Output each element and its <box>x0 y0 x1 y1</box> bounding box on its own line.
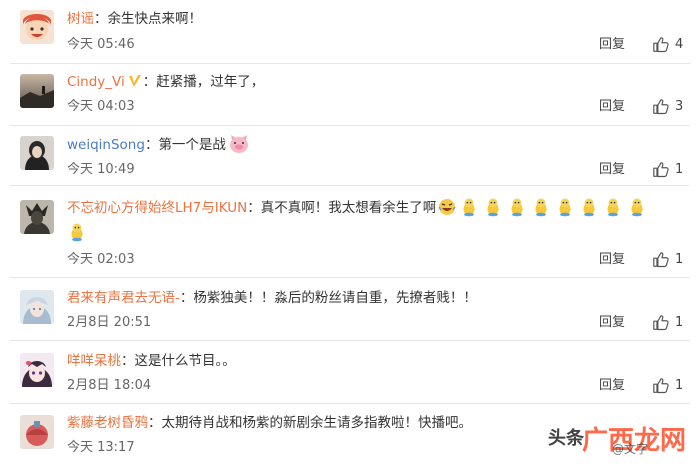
like-icon[interactable] <box>651 377 671 395</box>
avatar[interactable] <box>20 290 54 324</box>
dog-emoji-icon <box>463 198 475 217</box>
comment-separator: ： <box>142 74 157 90</box>
comment-username[interactable]: weiqinSong <box>67 137 145 153</box>
comment-text: 这是什么节目。。 <box>134 353 236 369</box>
comment-username[interactable]: Cindy_Vi <box>67 74 125 90</box>
comment-username[interactable]: 树谣 <box>67 11 94 27</box>
like-count: 4 <box>675 37 684 52</box>
comment-time: 今天 10:49 <box>67 162 135 177</box>
comment-username[interactable]: 紫藤老树昏鸦 <box>67 415 148 431</box>
comment-body: weiqinSong：第一个是战 <box>67 134 250 155</box>
like-icon[interactable] <box>651 314 671 332</box>
comment-time: 今天 04:03 <box>67 99 135 114</box>
comment-text: 余生快点来啊！ <box>107 11 203 27</box>
avatar[interactable] <box>20 74 54 108</box>
laugh-cry-emoji-icon <box>438 199 456 215</box>
comment-item: 不忘初心方得始终LH7与IKUN：真不真啊！我太想看余生了啊 今天 02:03 … <box>0 186 700 278</box>
like-icon[interactable] <box>651 161 671 179</box>
avatar[interactable] <box>20 415 54 449</box>
comment-separator: ： <box>94 11 108 27</box>
comment-text: 杨紫独美！！淼后的粉丝请自重，先撩者贱！！ <box>193 290 477 306</box>
reply-button[interactable]: 回复 <box>599 98 625 116</box>
reply-button[interactable]: 回复 <box>599 161 625 179</box>
comment-username[interactable]: 咩咩呆桃 <box>67 353 121 369</box>
comment-text: 第一个是战 <box>158 137 226 153</box>
comment-separator: ： <box>144 137 159 153</box>
avatar[interactable] <box>20 136 54 170</box>
like-icon[interactable] <box>651 98 671 116</box>
watermark-prefix: 头条 <box>548 428 584 449</box>
reply-button[interactable]: 回复 <box>599 377 625 395</box>
dog-emoji-icon <box>607 198 619 217</box>
avatar[interactable] <box>20 353 54 387</box>
dog-emoji-icon <box>559 198 571 217</box>
comment-body-wrap <box>67 222 87 243</box>
reply-button[interactable]: 回复 <box>599 251 625 269</box>
reply-button[interactable]: 回复 <box>599 314 625 332</box>
like-count: 1 <box>675 252 684 267</box>
like-count: 3 <box>675 99 684 114</box>
like-icon[interactable] <box>651 36 671 54</box>
comment-body: 树谣：余生快点来啊！ <box>67 9 202 29</box>
like-count: 1 <box>675 315 684 330</box>
comment-body: 咩咩呆桃：这是什么节目。。 <box>67 351 236 371</box>
comment-text: 赶紧播，过年了， <box>156 74 265 90</box>
dog-emoji-icon <box>487 198 499 217</box>
comment-item: weiqinSong：第一个是战 今天 10:49 回复 1 <box>0 126 700 186</box>
pig-emoji-icon <box>229 135 248 153</box>
comment-item: Cindy_Vi ：赶紧播，过年了， 今天 04:03 回复 3 <box>0 64 700 126</box>
comment-body: 君来有声君去无语-：杨紫独美！！淼后的粉丝请自重，先撩者贱！！ <box>67 288 477 308</box>
comment-time: 今天 13:17 <box>67 440 135 455</box>
comment-separator: ： <box>247 200 261 216</box>
avatar[interactable] <box>20 200 54 234</box>
comment-separator: ： <box>148 415 162 431</box>
comment-body: 不忘初心方得始终LH7与IKUN：真不真啊！我太想看余生了啊 <box>67 197 647 218</box>
verified-v-icon <box>128 75 141 87</box>
comment-body: Cindy_Vi ：赶紧播，过年了， <box>67 72 264 92</box>
comment-item: 咩咩呆桃：这是什么节目。。 2月8日 18:04 回复 1 <box>0 341 700 404</box>
like-count: 1 <box>675 378 684 393</box>
comment-time: 今天 05:46 <box>67 37 135 52</box>
watermark-sub: @文字 <box>612 442 649 456</box>
comment-text: 太期待肖战和杨紫的新剧余生请多指教啦！快播吧。 <box>161 415 473 431</box>
dog-emoji-icon <box>631 198 643 217</box>
comment-item: 树谣：余生快点来啊！ 今天 05:46 回复 4 <box>0 0 700 64</box>
dog-emoji-icon <box>535 198 547 217</box>
comment-time: 2月8日 20:51 <box>67 315 152 330</box>
comment-username[interactable]: 君来有声君去无语- <box>67 290 180 306</box>
comment-username[interactable]: 不忘初心方得始终LH7与IKUN <box>67 200 247 216</box>
comment-separator: ： <box>121 353 135 369</box>
reply-button[interactable]: 回复 <box>599 36 625 54</box>
dog-emoji-icon <box>511 198 523 217</box>
like-count: 1 <box>675 162 684 177</box>
comment-time: 今天 02:03 <box>67 252 135 267</box>
dog-emoji-row <box>461 198 647 217</box>
comment-text: 真不真啊！我太想看余生了啊 <box>260 200 437 216</box>
avatar[interactable] <box>20 10 54 44</box>
comment-body: 紫藤老树昏鸦：太期待肖战和杨紫的新剧余生请多指教啦！快播吧。 <box>67 413 472 433</box>
comment-separator: ： <box>179 290 194 306</box>
dog-emoji-icon <box>583 198 595 217</box>
comment-item: 君来有声君去无语-：杨紫独美！！淼后的粉丝请自重，先撩者贱！！ 2月8日 20:… <box>0 278 700 341</box>
comment-time: 2月8日 18:04 <box>67 378 152 393</box>
like-icon[interactable] <box>651 251 671 269</box>
dog-emoji-icon <box>71 223 83 242</box>
